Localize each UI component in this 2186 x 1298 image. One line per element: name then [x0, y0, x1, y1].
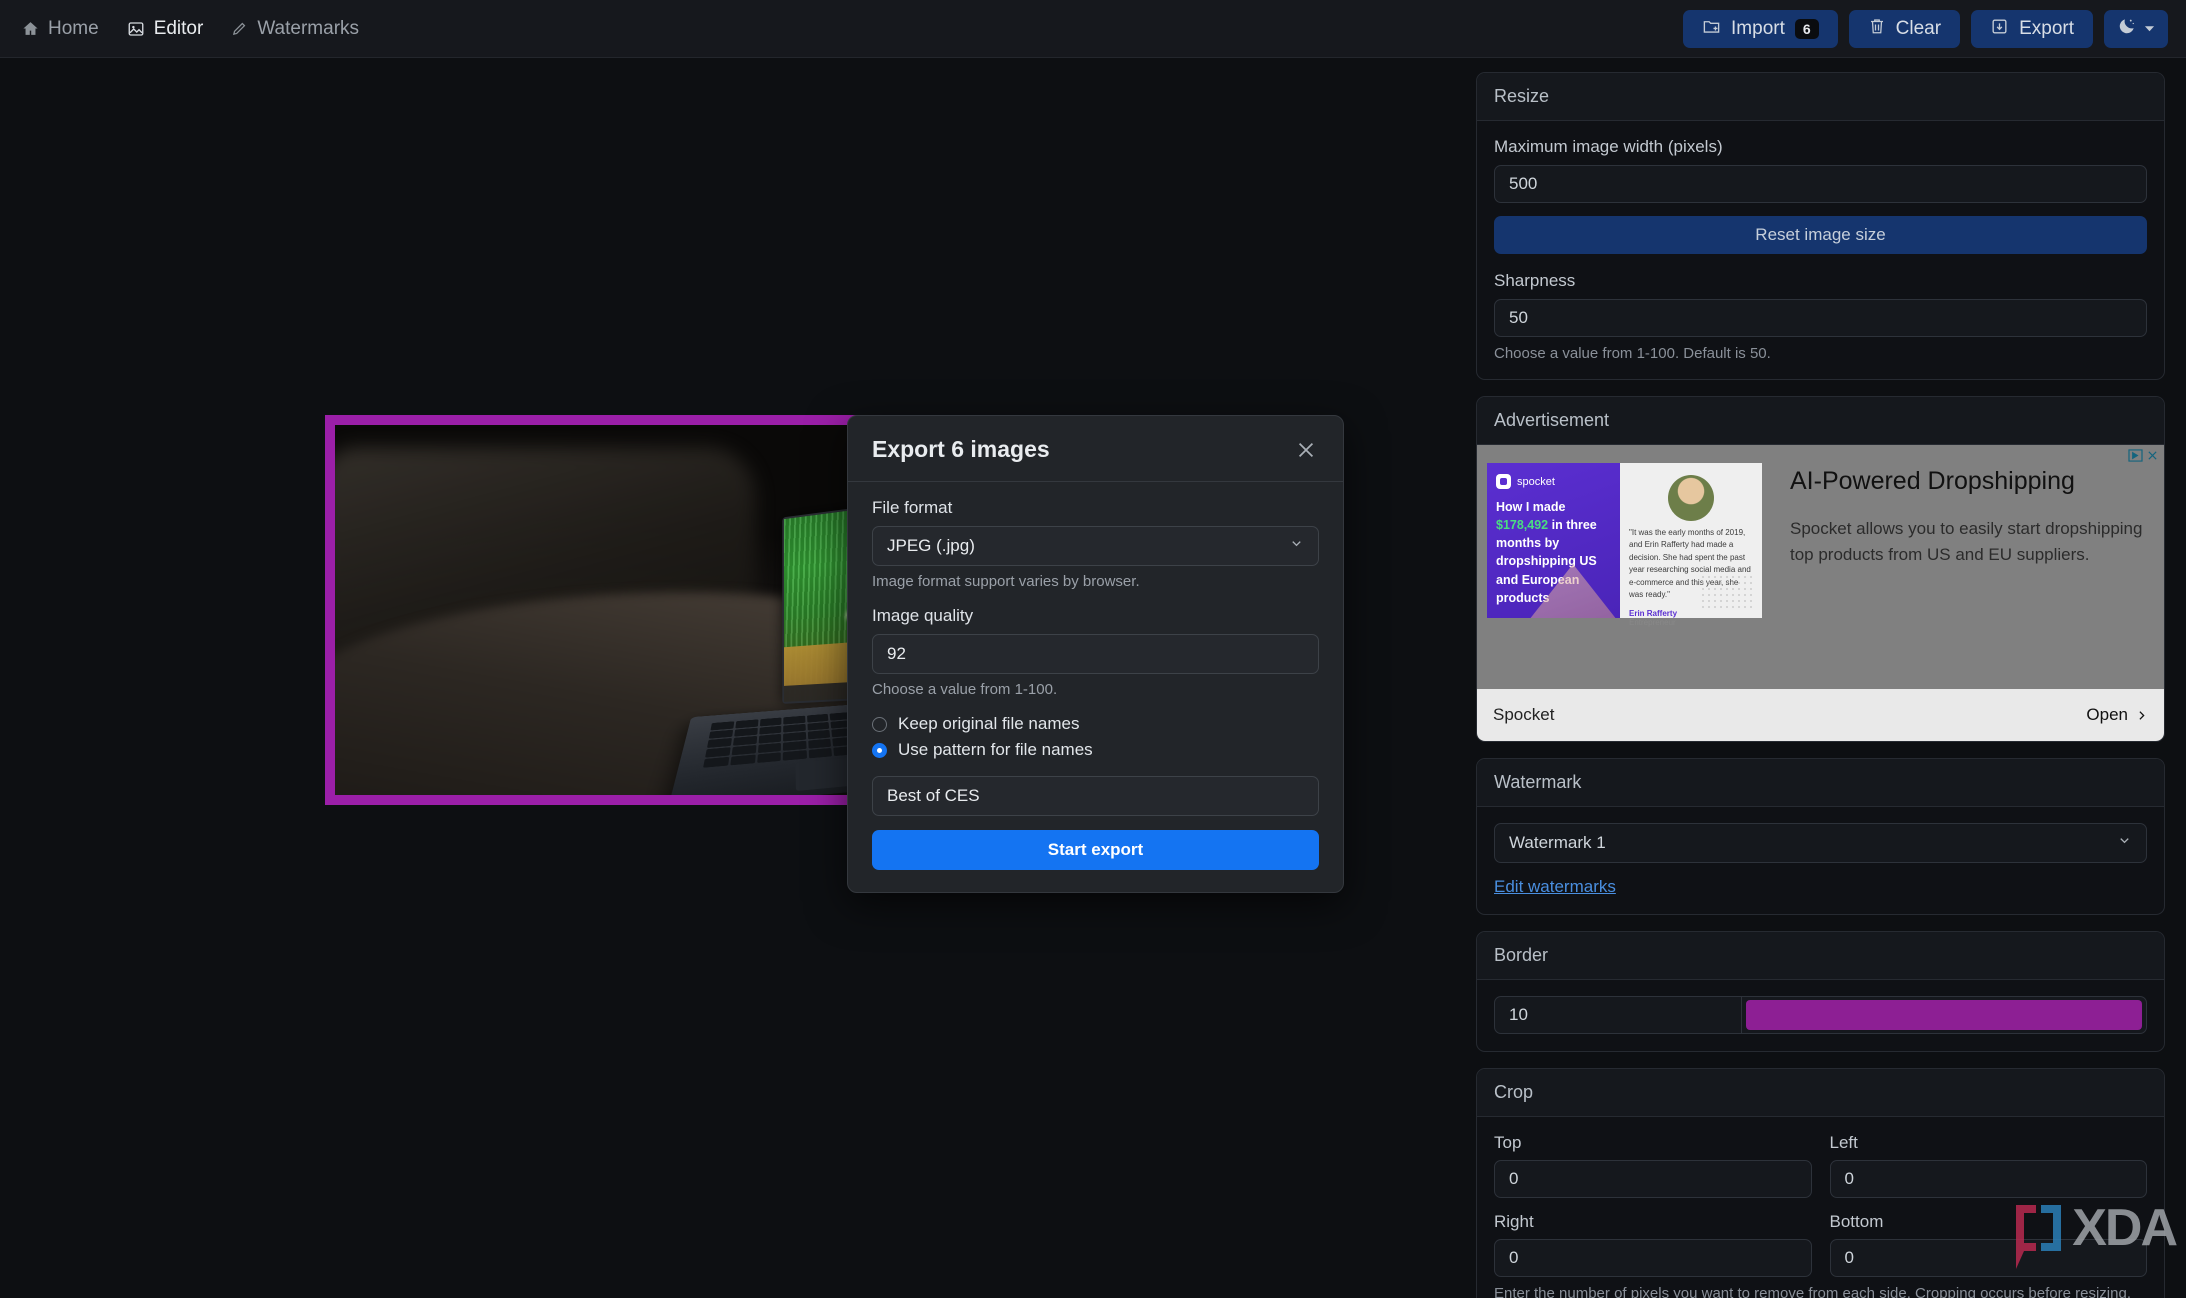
spocket-logo: spocket [1496, 474, 1611, 489]
close-icon[interactable] [1293, 437, 1319, 463]
spocket-logo-label: spocket [1517, 476, 1555, 488]
radio-use-pattern-label: Use pattern for file names [898, 740, 1093, 760]
border-panel-body [1477, 980, 2164, 1051]
advertisement-footer: Spocket Open [1477, 689, 2164, 741]
spocket-mark-icon [1496, 474, 1511, 489]
crop-right-field: Right [1494, 1212, 1812, 1277]
crop-left-field: Left [1830, 1133, 2148, 1198]
crop-top-label: Top [1494, 1133, 1812, 1153]
advertisement-dot-pattern [1700, 574, 1756, 612]
watermark-select[interactable]: Watermark 1 [1494, 823, 2147, 863]
advertisement-open-button[interactable]: Open [2086, 705, 2148, 725]
sharpness-hint: Choose a value from 1-100. Default is 50… [1494, 345, 2147, 362]
border-panel: Border [1476, 931, 2165, 1052]
crop-top-field: Top [1494, 1133, 1812, 1198]
advertisement-person-role: Entrepreneur [1629, 618, 1753, 627]
file-format-label: File format [872, 498, 1319, 518]
watermark-panel: Watermark Watermark 1 Edit watermarks [1476, 758, 2165, 915]
crop-left-label: Left [1830, 1133, 2148, 1153]
advertisement-open-label: Open [2086, 705, 2128, 725]
sharpness-label: Sharpness [1494, 271, 2147, 291]
image-quality-input[interactable] [872, 634, 1319, 674]
watermark-panel-title: Watermark [1477, 759, 2164, 807]
export-dialog-title: Export 6 images [872, 436, 1050, 463]
radio-keep-original[interactable]: Keep original file names [872, 714, 1319, 734]
advertisement-content[interactable]: spocket How I made $178,492 in three mon… [1477, 445, 2164, 689]
advertisement-layout: spocket How I made $178,492 in three mon… [1477, 445, 2164, 689]
border-controls [1494, 996, 2147, 1034]
advertisement-description: Spocket allows you to easily start drops… [1790, 516, 2146, 567]
watermark-panel-body: Watermark 1 Edit watermarks [1477, 807, 2164, 914]
border-panel-title: Border [1477, 932, 2164, 980]
crop-panel-title: Crop [1477, 1069, 2164, 1117]
export-dialog-body: File format JPEG (.jpg) Image format sup… [848, 482, 1343, 892]
crop-right-input[interactable] [1494, 1239, 1812, 1277]
chevron-down-icon [1289, 536, 1304, 556]
sharpness-input[interactable] [1494, 299, 2147, 337]
crop-panel-body: Top Left Right Bottom Enter the number o… [1477, 1117, 2164, 1298]
file-format-hint: Image format support varies by browser. [872, 573, 1319, 590]
export-dialog: Export 6 images File format JPEG (.jpg) … [847, 415, 1344, 893]
crop-fields: Top Left Right Bottom [1494, 1133, 2147, 1277]
advertisement-creative-left: spocket How I made $178,492 in three mon… [1487, 463, 1620, 618]
radio-use-pattern[interactable]: Use pattern for file names [872, 740, 1319, 760]
advertisement-headline: AI-Powered Dropshipping [1790, 467, 2146, 496]
export-dialog-header: Export 6 images [848, 416, 1343, 482]
border-color-picker[interactable] [1742, 996, 2147, 1034]
max-width-input[interactable] [1494, 165, 2147, 203]
crop-left-input[interactable] [1830, 1160, 2148, 1198]
crop-hint: Enter the number of pixels you want to r… [1494, 1285, 2147, 1298]
reset-image-size-button[interactable]: Reset image size [1494, 216, 2147, 254]
ad-headline-pre: How I made [1496, 500, 1565, 514]
border-width-input[interactable] [1494, 996, 1742, 1034]
advertisement-creative-right: "It was the early months of 2019, and Er… [1620, 463, 1762, 618]
file-format-select[interactable]: JPEG (.jpg) [872, 526, 1319, 566]
crop-panel: Crop Top Left Right Bottom [1476, 1068, 2165, 1298]
radio-button-selected-icon [872, 743, 887, 758]
radio-keep-original-label: Keep original file names [898, 714, 1079, 734]
crop-bottom-input[interactable] [1830, 1239, 2148, 1277]
watermark-select-value: Watermark 1 [1509, 833, 1606, 853]
crop-bottom-field: Bottom [1830, 1212, 2148, 1277]
advertisement-panel: Advertisement spocket How I made $178,49… [1476, 396, 2165, 742]
start-export-button[interactable]: Start export [872, 830, 1319, 870]
radio-button-unselected-icon [872, 717, 887, 732]
adchoices-icon[interactable] [2128, 449, 2158, 462]
advertisement-panel-title: Advertisement [1477, 397, 2164, 445]
advertisement-avatar [1668, 475, 1714, 521]
crop-right-label: Right [1494, 1212, 1812, 1232]
chevron-down-icon [2117, 833, 2132, 853]
ad-headline-amount: $178,492 [1496, 518, 1548, 532]
advertisement-creative: spocket How I made $178,492 in three mon… [1487, 463, 1762, 618]
resize-panel-title: Resize [1477, 73, 2164, 121]
resize-panel-body: Maximum image width (pixels) Reset image… [1477, 121, 2164, 379]
settings-sidebar: Resize Maximum image width (pixels) Rese… [1455, 58, 2186, 1298]
crop-bottom-label: Bottom [1830, 1212, 2148, 1232]
crop-top-input[interactable] [1494, 1160, 1812, 1198]
edit-watermarks-link[interactable]: Edit watermarks [1494, 877, 1616, 897]
file-format-value: JPEG (.jpg) [887, 536, 975, 556]
advertisement-brand: Spocket [1493, 705, 1554, 725]
image-quality-hint: Choose a value from 1-100. [872, 681, 1319, 698]
max-width-label: Maximum image width (pixels) [1494, 137, 2147, 157]
advertisement-copy: AI-Powered Dropshipping Spocket allows y… [1762, 463, 2164, 689]
image-quality-label: Image quality [872, 606, 1319, 626]
resize-panel: Resize Maximum image width (pixels) Rese… [1476, 72, 2165, 380]
chevron-right-icon [2135, 709, 2148, 722]
file-name-pattern-input[interactable] [872, 776, 1319, 816]
